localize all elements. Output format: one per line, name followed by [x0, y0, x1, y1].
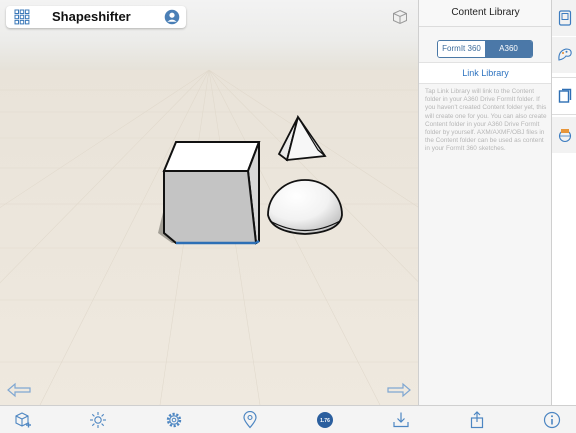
tab-properties[interactable]: [552, 0, 576, 36]
properties-icon: [558, 10, 571, 26]
settings-icon[interactable]: [165, 411, 183, 429]
segment-a360[interactable]: A360: [485, 41, 532, 57]
undo-arrow-icon[interactable]: [6, 382, 32, 398]
grid-menu-icon[interactable]: [14, 9, 30, 25]
view-cube-icon[interactable]: [392, 9, 408, 25]
content-library-icon: [558, 88, 571, 103]
content-library-panel: Content Library FormIt 360 A360 Link Lib…: [418, 0, 552, 405]
link-library-button[interactable]: Link Library: [419, 62, 552, 84]
tab-materials[interactable]: [552, 37, 576, 73]
panel-title: Content Library: [419, 0, 552, 27]
import-icon[interactable]: [392, 411, 410, 429]
segment-formit360[interactable]: FormIt 360: [438, 41, 485, 57]
cube-object: [162, 141, 261, 245]
materials-icon: [557, 48, 572, 61]
share-icon[interactable]: [468, 411, 486, 429]
tab-content-library[interactable]: [552, 77, 576, 115]
tab-geolocation[interactable]: [552, 117, 576, 153]
3d-viewport[interactable]: Shapeshifter: [0, 0, 418, 405]
add-object-icon[interactable]: [14, 411, 32, 429]
app-title: Shapeshifter: [52, 9, 131, 24]
ground-grid: [0, 69, 418, 405]
redo-arrow-icon[interactable]: [386, 382, 412, 398]
info-icon[interactable]: [543, 411, 561, 429]
source-segmented-control[interactable]: FormIt 360 A360: [437, 40, 533, 58]
level-badge-icon[interactable]: 1.76: [316, 411, 334, 429]
level-badge-label: 1.76: [320, 418, 330, 424]
bottom-toolbar: 1.76: [0, 405, 576, 433]
location-pin-icon[interactable]: [241, 411, 259, 429]
title-bar: Shapeshifter: [6, 6, 186, 28]
user-icon[interactable]: [164, 9, 180, 25]
sun-icon[interactable]: [89, 411, 107, 429]
panel-info-text: Tap Link Library will link to the Conten…: [425, 88, 547, 153]
side-tab-bar: [551, 0, 576, 405]
geolocation-icon: [558, 129, 571, 143]
